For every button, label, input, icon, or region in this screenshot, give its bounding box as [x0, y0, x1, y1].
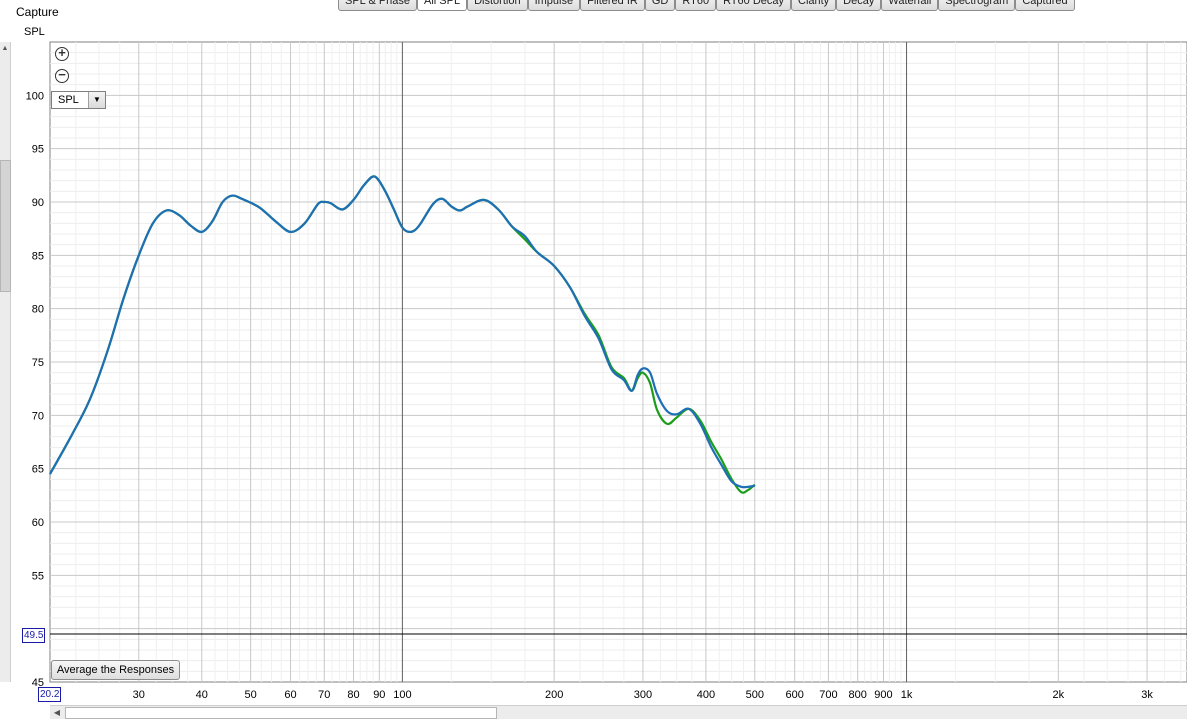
- horizontal-scrollbar[interactable]: ◀: [50, 705, 1187, 719]
- x-tick-label: 70: [318, 689, 330, 701]
- zoom-out-icon[interactable]: −: [55, 68, 69, 83]
- x-tick-label: 40: [196, 689, 208, 701]
- x-tick-label: 2k: [1052, 689, 1064, 701]
- y-tick-label: 100: [26, 90, 44, 102]
- x-tick-label: 300: [634, 689, 652, 701]
- y-tick-label: 60: [32, 517, 44, 529]
- vertical-scroll-thumb[interactable]: [0, 160, 11, 292]
- y-tick-label: 90: [32, 197, 44, 209]
- average-responses-button[interactable]: Average the Responses: [51, 660, 180, 680]
- x-tick-label: 3k: [1141, 689, 1153, 701]
- vertical-scrollbar[interactable]: ▲: [0, 42, 11, 682]
- x-tick-label: 400: [697, 689, 715, 701]
- scroll-left-icon[interactable]: ◀: [50, 706, 64, 719]
- y-tick-label: 65: [32, 464, 44, 476]
- y-tick-label: 85: [32, 250, 44, 262]
- cursor-x-readout: 20.2: [38, 687, 62, 702]
- x-tick-label: 30: [133, 689, 145, 701]
- x-tick-label: 100: [393, 689, 411, 701]
- horizontal-scroll-thumb[interactable]: [65, 707, 497, 719]
- x-tick-label: 90: [373, 689, 385, 701]
- x-tick-label: 80: [347, 689, 359, 701]
- graph-type-select-value: SPL: [58, 94, 79, 106]
- spl-chart[interactable]: 4555606570758085909510030 40 50 60 70 80 90 100…: [0, 0, 1187, 718]
- zoom-in-icon[interactable]: +: [55, 46, 69, 61]
- x-tick-label: 200: [545, 689, 563, 701]
- x-tick-label: 800: [849, 689, 867, 701]
- cursor-y-readout: 49.5: [22, 628, 46, 643]
- x-tick-label: 900: [874, 689, 892, 701]
- chevron-down-icon[interactable]: ▼: [88, 92, 105, 108]
- x-tick-label: 1k: [901, 689, 913, 701]
- x-tick-label: 500: [746, 689, 764, 701]
- x-tick-label: 60: [284, 689, 296, 701]
- y-tick-label: 75: [32, 357, 44, 369]
- graph-type-select[interactable]: SPL ▼: [51, 91, 106, 109]
- x-tick-label: 700: [819, 689, 837, 701]
- scroll-up-icon[interactable]: ▲: [0, 42, 10, 56]
- x-tick-label: 600: [786, 689, 804, 701]
- x-tick-label: 50: [244, 689, 256, 701]
- y-tick-label: 95: [32, 144, 44, 156]
- y-tick-label: 70: [32, 410, 44, 422]
- y-tick-label: 55: [32, 570, 44, 582]
- y-tick-label: 80: [32, 304, 44, 316]
